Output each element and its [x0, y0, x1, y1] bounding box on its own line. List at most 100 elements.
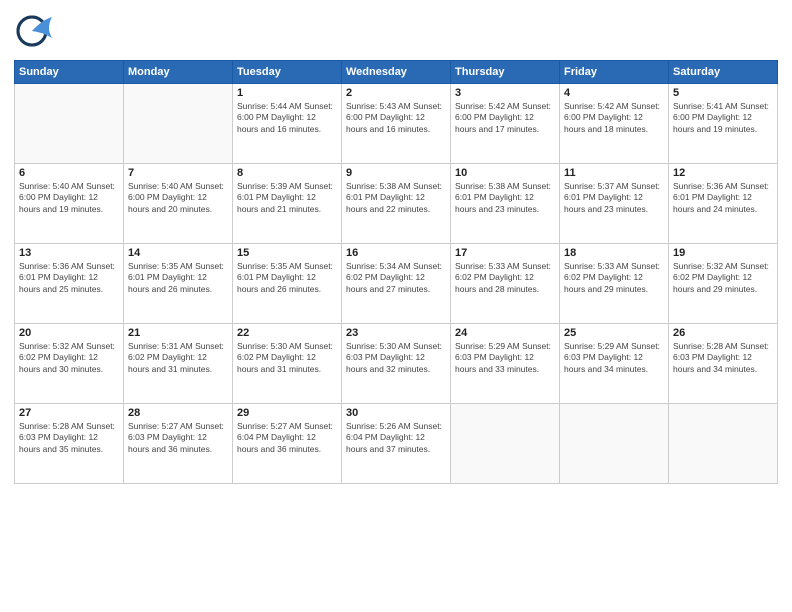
calendar-day-cell: 28 Sunrise: 5:27 AM Sunset: 6:03 PM Dayli… — [124, 404, 233, 484]
calendar-day-cell — [15, 84, 124, 164]
weekday-header: Wednesday — [342, 61, 451, 84]
day-info: Sunrise: 5:40 AM Sunset: 6:00 PM Dayligh… — [128, 181, 228, 215]
weekday-header: Tuesday — [233, 61, 342, 84]
calendar-day-cell: 26Sunrise: 5:28 AM Sunset: 6:03 PM Dayli… — [669, 324, 778, 404]
logo — [14, 10, 58, 52]
day-number: 21 — [128, 327, 228, 339]
day-info: Sunrise: 5:34 AM Sunset: 6:02 PM Dayligh… — [346, 261, 446, 295]
calendar-day-cell: 2 Sunrise: 5:43 AM Sunset: 6:00 PM Daylig… — [342, 84, 451, 164]
day-info: Sunrise: 5:43 AM Sunset: 6:00 PM Dayligh… — [346, 101, 446, 135]
calendar-day-cell: 14 Sunrise: 5:35 AM Sunset: 6:01 PM Dayli… — [124, 244, 233, 324]
calendar-day-cell — [124, 84, 233, 164]
calendar-week-row: 20 Sunrise: 5:32 AM Sunset: 6:02 PM Dayli… — [15, 324, 778, 404]
day-number: 27 — [19, 407, 119, 419]
calendar-week-row: 27 Sunrise: 5:28 AM Sunset: 6:03 PM Dayli… — [15, 404, 778, 484]
day-info: Sunrise: 5:38 AM Sunset: 6:01 PM Dayligh… — [346, 181, 446, 215]
day-info: Sunrise: 5:41 AM Sunset: 6:00 PM Dayligh… — [673, 101, 773, 135]
calendar-day-cell: 20 Sunrise: 5:32 AM Sunset: 6:02 PM Dayli… — [15, 324, 124, 404]
day-number: 16 — [346, 247, 446, 259]
day-info: Sunrise: 5:30 AM Sunset: 6:03 PM Dayligh… — [346, 341, 446, 375]
day-info: Sunrise: 5:36 AM Sunset: 6:01 PM Dayligh… — [19, 261, 119, 295]
calendar-week-row: 13 Sunrise: 5:36 AM Sunset: 6:01 PM Dayli… — [15, 244, 778, 324]
weekday-header: Monday — [124, 61, 233, 84]
weekday-header: Saturday — [669, 61, 778, 84]
calendar-day-cell: 5 Sunrise: 5:41 AM Sunset: 6:00 PM Daylig… — [669, 84, 778, 164]
day-number: 25 — [564, 327, 664, 339]
calendar-day-cell: 17Sunrise: 5:33 AM Sunset: 6:02 PM Dayli… — [451, 244, 560, 324]
logo-icon — [14, 10, 56, 52]
calendar-day-cell: 8 Sunrise: 5:39 AM Sunset: 6:01 PM Daylig… — [233, 164, 342, 244]
day-number: 30 — [346, 407, 446, 419]
day-number: 8 — [237, 167, 337, 179]
day-info: Sunrise: 5:27 AM Sunset: 6:03 PM Dayligh… — [128, 421, 228, 455]
calendar-table: SundayMondayTuesdayWednesdayThursdayFrid… — [14, 60, 778, 484]
day-number: 18 — [564, 247, 664, 259]
day-info: Sunrise: 5:27 AM Sunset: 6:04 PM Dayligh… — [237, 421, 337, 455]
calendar-day-cell: 10 Sunrise: 5:38 AM Sunset: 6:01 PM Dayli… — [451, 164, 560, 244]
calendar-week-row: 1Sunrise: 5:44 AM Sunset: 6:00 PM Daylig… — [15, 84, 778, 164]
day-number: 3 — [455, 87, 555, 99]
header — [14, 10, 778, 52]
day-number: 28 — [128, 407, 228, 419]
day-info: Sunrise: 5:44 AM Sunset: 6:00 PM Dayligh… — [237, 101, 337, 135]
calendar-day-cell: 22 Sunrise: 5:30 AM Sunset: 6:02 PM Dayli… — [233, 324, 342, 404]
day-info: Sunrise: 5:28 AM Sunset: 6:03 PM Dayligh… — [19, 421, 119, 455]
day-number: 6 — [19, 167, 119, 179]
day-number: 24 — [455, 327, 555, 339]
day-info: Sunrise: 5:38 AM Sunset: 6:01 PM Dayligh… — [455, 181, 555, 215]
day-info: Sunrise: 5:28 AM Sunset: 6:03 PM Dayligh… — [673, 341, 773, 375]
calendar-day-cell — [560, 404, 669, 484]
calendar-day-cell: 13 Sunrise: 5:36 AM Sunset: 6:01 PM Dayli… — [15, 244, 124, 324]
calendar-day-cell: 19 Sunrise: 5:32 AM Sunset: 6:02 PM Dayli… — [669, 244, 778, 324]
calendar-day-cell: 30 Sunrise: 5:26 AM Sunset: 6:04 PM Dayli… — [342, 404, 451, 484]
day-number: 11 — [564, 167, 664, 179]
day-info: Sunrise: 5:30 AM Sunset: 6:02 PM Dayligh… — [237, 341, 337, 375]
calendar-day-cell: 9 Sunrise: 5:38 AM Sunset: 6:01 PM Daylig… — [342, 164, 451, 244]
calendar-day-cell: 23 Sunrise: 5:30 AM Sunset: 6:03 PM Dayli… — [342, 324, 451, 404]
calendar-header-row: SundayMondayTuesdayWednesdayThursdayFrid… — [15, 61, 778, 84]
day-number: 12 — [673, 167, 773, 179]
day-number: 9 — [346, 167, 446, 179]
calendar-day-cell: 3Sunrise: 5:42 AM Sunset: 6:00 PM Daylig… — [451, 84, 560, 164]
calendar-day-cell: 21 Sunrise: 5:31 AM Sunset: 6:02 PM Dayli… — [124, 324, 233, 404]
day-number: 22 — [237, 327, 337, 339]
page: SundayMondayTuesdayWednesdayThursdayFrid… — [0, 0, 792, 612]
day-number: 19 — [673, 247, 773, 259]
day-number: 23 — [346, 327, 446, 339]
day-info: Sunrise: 5:39 AM Sunset: 6:01 PM Dayligh… — [237, 181, 337, 215]
weekday-header: Friday — [560, 61, 669, 84]
day-number: 2 — [346, 87, 446, 99]
day-info: Sunrise: 5:29 AM Sunset: 6:03 PM Dayligh… — [564, 341, 664, 375]
calendar-day-cell: 16 Sunrise: 5:34 AM Sunset: 6:02 PM Dayli… — [342, 244, 451, 324]
day-number: 7 — [128, 167, 228, 179]
day-number: 5 — [673, 87, 773, 99]
day-info: Sunrise: 5:26 AM Sunset: 6:04 PM Dayligh… — [346, 421, 446, 455]
calendar-day-cell: 24 Sunrise: 5:29 AM Sunset: 6:03 PM Dayli… — [451, 324, 560, 404]
day-number: 20 — [19, 327, 119, 339]
day-info: Sunrise: 5:32 AM Sunset: 6:02 PM Dayligh… — [673, 261, 773, 295]
calendar-day-cell: 25 Sunrise: 5:29 AM Sunset: 6:03 PM Dayli… — [560, 324, 669, 404]
day-info: Sunrise: 5:35 AM Sunset: 6:01 PM Dayligh… — [237, 261, 337, 295]
calendar-week-row: 6 Sunrise: 5:40 AM Sunset: 6:00 PM Daylig… — [15, 164, 778, 244]
day-info: Sunrise: 5:33 AM Sunset: 6:02 PM Dayligh… — [564, 261, 664, 295]
day-number: 15 — [237, 247, 337, 259]
calendar-day-cell — [451, 404, 560, 484]
calendar-day-cell: 1Sunrise: 5:44 AM Sunset: 6:00 PM Daylig… — [233, 84, 342, 164]
weekday-header: Thursday — [451, 61, 560, 84]
day-info: Sunrise: 5:37 AM Sunset: 6:01 PM Dayligh… — [564, 181, 664, 215]
day-info: Sunrise: 5:35 AM Sunset: 6:01 PM Dayligh… — [128, 261, 228, 295]
day-info: Sunrise: 5:40 AM Sunset: 6:00 PM Dayligh… — [19, 181, 119, 215]
day-info: Sunrise: 5:36 AM Sunset: 6:01 PM Dayligh… — [673, 181, 773, 215]
day-info: Sunrise: 5:31 AM Sunset: 6:02 PM Dayligh… — [128, 341, 228, 375]
day-number: 17 — [455, 247, 555, 259]
day-info: Sunrise: 5:32 AM Sunset: 6:02 PM Dayligh… — [19, 341, 119, 375]
calendar-day-cell: 29Sunrise: 5:27 AM Sunset: 6:04 PM Dayli… — [233, 404, 342, 484]
day-number: 13 — [19, 247, 119, 259]
day-info: Sunrise: 5:29 AM Sunset: 6:03 PM Dayligh… — [455, 341, 555, 375]
day-number: 4 — [564, 87, 664, 99]
day-number: 10 — [455, 167, 555, 179]
calendar-day-cell — [669, 404, 778, 484]
day-number: 14 — [128, 247, 228, 259]
calendar-day-cell: 4Sunrise: 5:42 AM Sunset: 6:00 PM Daylig… — [560, 84, 669, 164]
calendar-day-cell: 6 Sunrise: 5:40 AM Sunset: 6:00 PM Daylig… — [15, 164, 124, 244]
